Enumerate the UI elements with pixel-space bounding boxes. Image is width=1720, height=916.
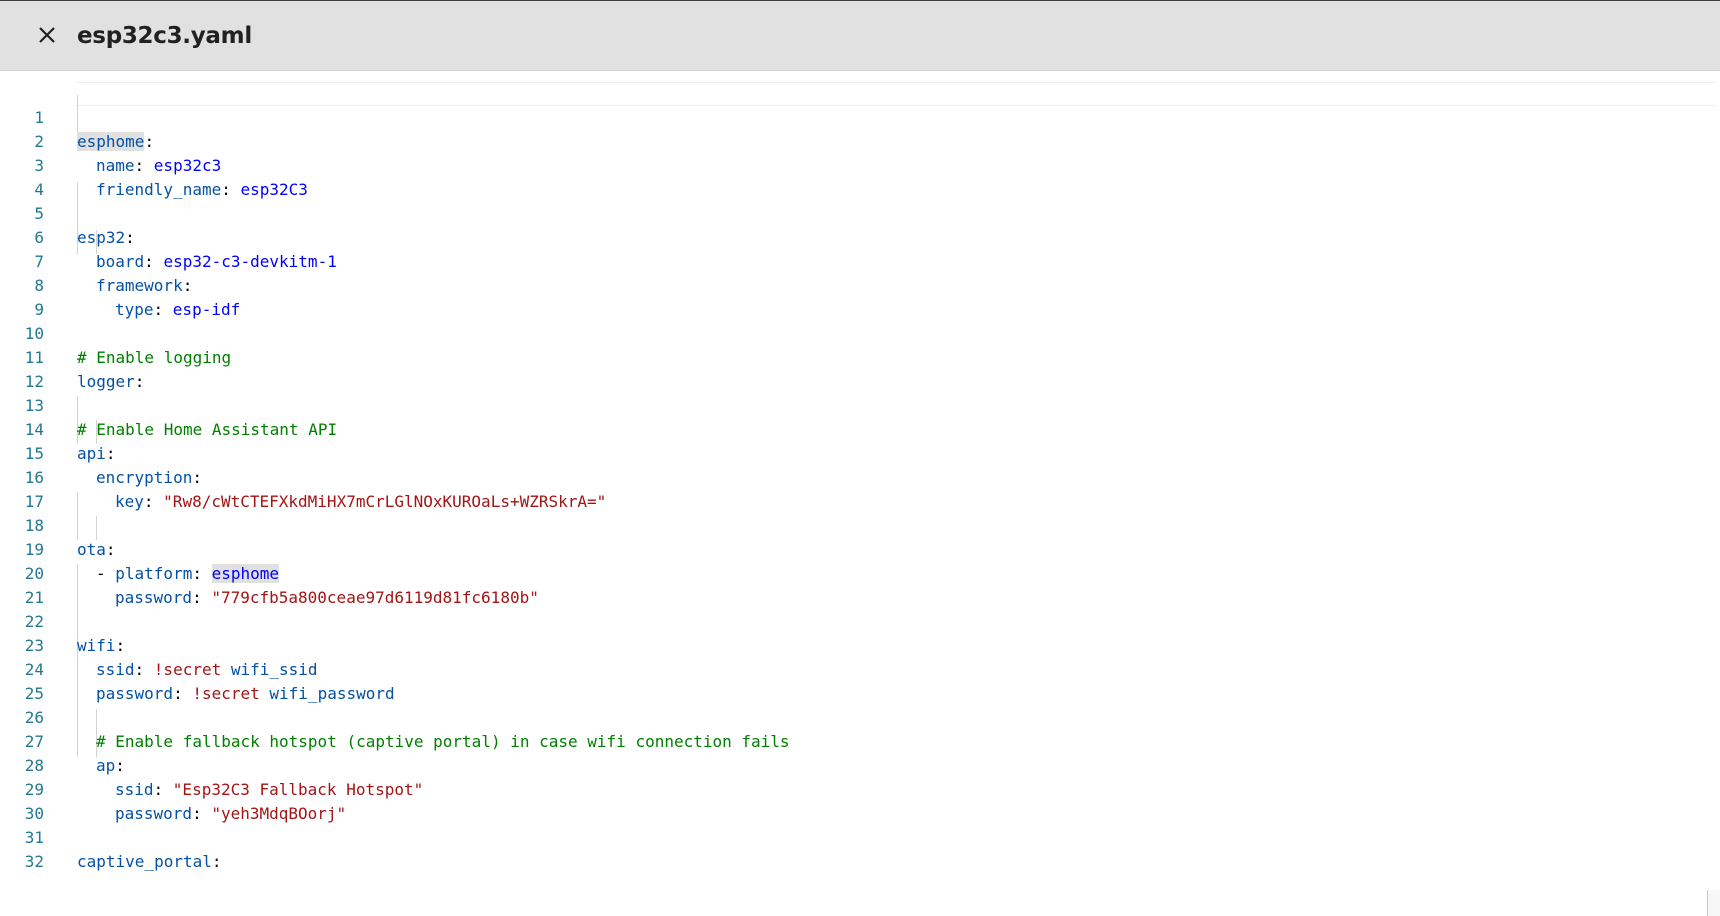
code-line[interactable]: 21 <box>0 562 1720 607</box>
code-line[interactable]: 19 - platform: esphome <box>0 514 1720 583</box>
code-line[interactable]: 14 api: <box>0 394 1720 463</box>
code-line[interactable]: 27 ap: <box>0 706 1720 775</box>
code-line[interactable]: 11 logger: <box>0 322 1720 391</box>
code-line[interactable]: 26 # Enable fallback hotspot (captive po… <box>0 682 1720 751</box>
code-line[interactable]: 3 friendly_name: esp32C3 <box>0 130 1720 199</box>
code-line[interactable]: 2 name: esp32c3 <box>0 106 1720 175</box>
code-line[interactable]: 12 <box>0 346 1720 391</box>
code-line[interactable]: 10 # Enable logging <box>0 298 1720 367</box>
code-line[interactable]: 32 <box>0 826 1720 871</box>
code-line[interactable]: 9 <box>0 274 1720 319</box>
line-number: 32 <box>24 852 44 871</box>
close-button[interactable] <box>30 18 64 52</box>
code-line[interactable]: 16 key: "Rw8/cWtCTEFXkdMiHX7mCrLGlNOxKUR… <box>0 442 1720 511</box>
code-line[interactable]: 30 <box>0 778 1720 823</box>
code-line[interactable]: 29 password: "yeh3MdqBOorj" <box>0 754 1720 823</box>
code-line[interactable]: 4 <box>0 154 1720 199</box>
code-line[interactable]: 6 board: esp32-c3-devkitm-1 <box>0 202 1720 271</box>
close-icon <box>30 18 64 52</box>
code-line[interactable]: 1 esphome: <box>0 82 1720 151</box>
scrollbar-corner[interactable] <box>1707 890 1720 916</box>
code-line[interactable]: 23 ssid: !secret wifi_ssid <box>0 610 1720 679</box>
code-line[interactable]: 18 ota: <box>0 490 1720 559</box>
code-line[interactable]: 13 # Enable Home Assistant API <box>0 370 1720 439</box>
code-line[interactable]: 31 captive_portal: <box>0 802 1720 871</box>
yaml-key: captive_portal <box>77 852 212 871</box>
dialog-header: esp32c3.yaml <box>0 0 1720 71</box>
code-line[interactable]: 7 framework: <box>0 226 1720 295</box>
code-line[interactable]: 22 wifi: <box>0 586 1720 655</box>
code-line[interactable]: 17 <box>0 466 1720 511</box>
code-line[interactable]: 20 password: "779cfb5a800ceae97d6119d81f… <box>0 538 1720 607</box>
code-editor[interactable]: 1 esphome: 2 name: esp32c3 3 friendly_na… <box>0 71 1720 916</box>
code-line[interactable]: 24 password: !secret wifi_password <box>0 634 1720 703</box>
file-title: esp32c3.yaml <box>77 23 252 49</box>
code-line[interactable]: 15 encryption: <box>0 418 1720 487</box>
code-line[interactable]: 28 ssid: "Esp32C3 Fallback Hotspot" <box>0 730 1720 799</box>
code-line[interactable]: 25 <box>0 658 1720 703</box>
code-line[interactable]: 5 esp32: <box>0 178 1720 247</box>
code-line[interactable]: 8 type: esp-idf <box>0 250 1720 319</box>
